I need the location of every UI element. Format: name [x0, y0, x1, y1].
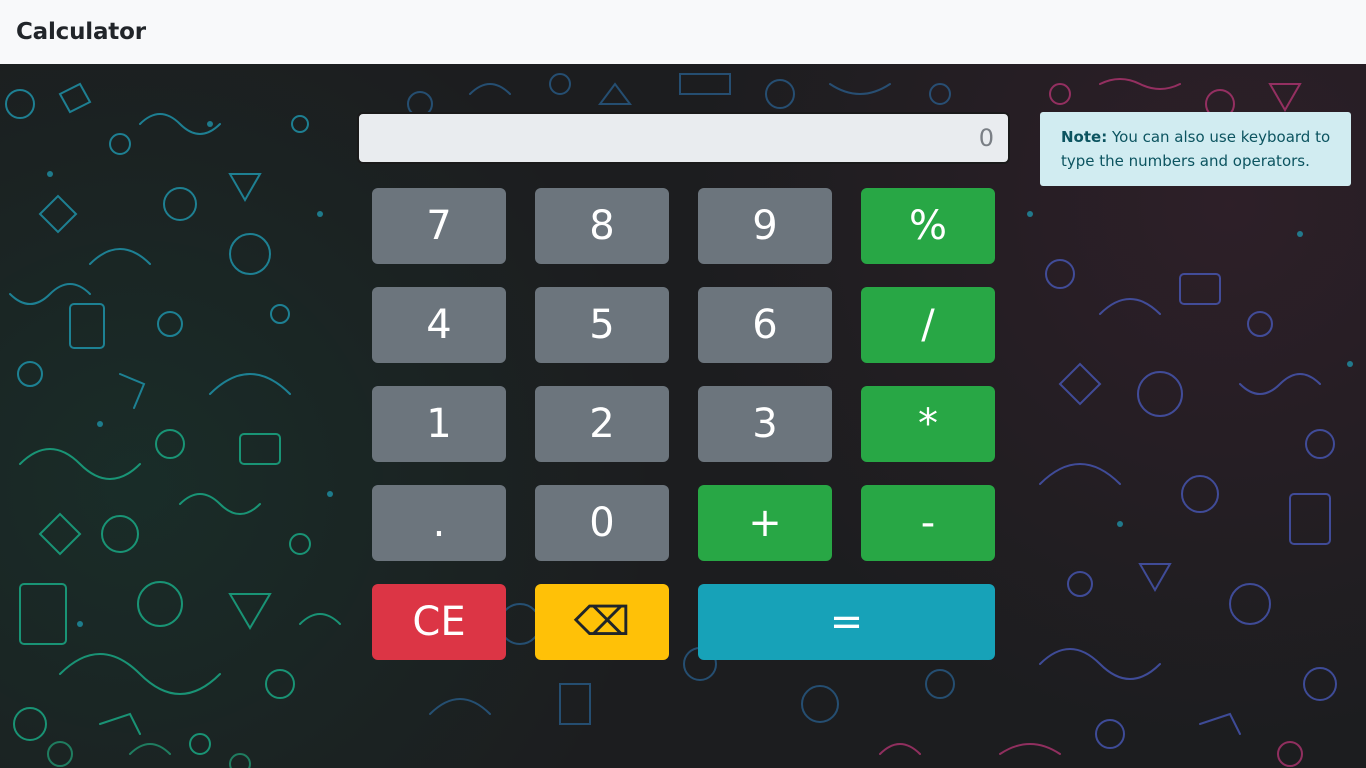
equals-button[interactable]: = [698, 584, 995, 660]
key-multiply[interactable]: * [861, 386, 995, 462]
key-7[interactable]: 7 [372, 188, 506, 264]
key-3[interactable]: 3 [698, 386, 832, 462]
key-minus[interactable]: - [861, 485, 995, 561]
note-label: Note: [1061, 128, 1108, 146]
key-percent[interactable]: % [861, 188, 995, 264]
key-4[interactable]: 4 [372, 287, 506, 363]
key-5[interactable]: 5 [535, 287, 669, 363]
key-1[interactable]: 1 [372, 386, 506, 462]
backspace-icon: ⌫ [573, 599, 631, 645]
key-plus[interactable]: + [698, 485, 832, 561]
key-2[interactable]: 2 [535, 386, 669, 462]
backspace-button[interactable]: ⌫ [535, 584, 669, 660]
key-8[interactable]: 8 [535, 188, 669, 264]
navbar: Calculator [0, 0, 1366, 64]
keyboard-note: Note: You can also use keyboard to type … [1040, 112, 1351, 186]
key-divide[interactable]: / [861, 287, 995, 363]
navbar-brand[interactable]: Calculator [16, 19, 146, 45]
key-0[interactable]: 0 [535, 485, 669, 561]
key-dot[interactable]: . [372, 485, 506, 561]
clear-button[interactable]: CE [372, 584, 506, 660]
key-6[interactable]: 6 [698, 287, 832, 363]
calculator-display[interactable]: 0 [357, 112, 1010, 164]
key-9[interactable]: 9 [698, 188, 832, 264]
